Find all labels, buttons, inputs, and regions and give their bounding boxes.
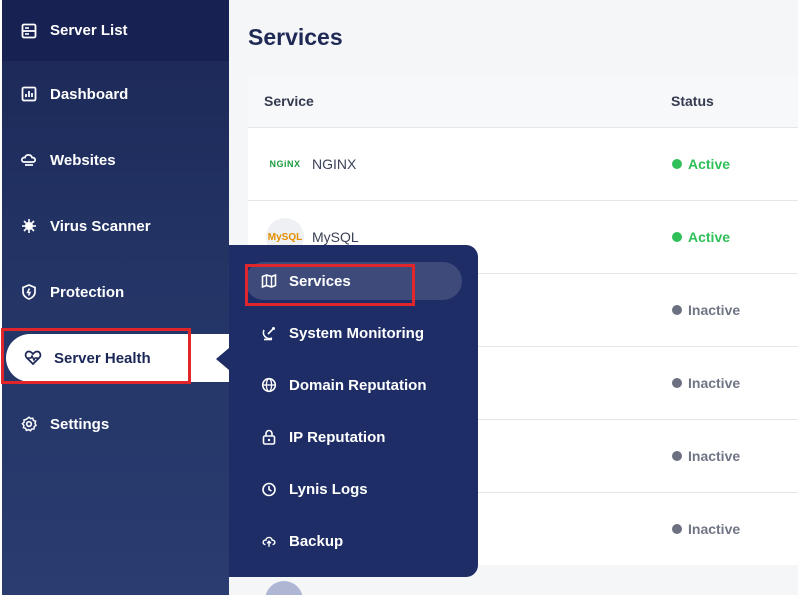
sidebar-item-settings[interactable]: Settings xyxy=(2,391,229,457)
status-badge: Inactive xyxy=(672,448,740,464)
sidebar-item-dashboard[interactable]: Dashboard xyxy=(2,61,229,127)
status-badge: Inactive xyxy=(672,302,740,318)
shield-icon xyxy=(20,283,38,301)
heart-pulse-icon xyxy=(24,349,42,367)
status-dot xyxy=(672,305,682,315)
map-icon xyxy=(261,273,277,289)
sidebar-item-server-health[interactable]: Server Health xyxy=(6,334,230,382)
chart-icon xyxy=(20,85,38,103)
submenu-item-label: IP Reputation xyxy=(289,428,386,446)
sidebar-item-virus-scanner[interactable]: Virus Scanner xyxy=(2,193,229,259)
sidebar-item-websites[interactable]: Websites xyxy=(2,127,229,193)
sidebar-item-label: Server List xyxy=(50,22,128,39)
virus-icon xyxy=(20,217,38,235)
sidebar-item-label: Dashboard xyxy=(50,85,129,103)
status-badge: Inactive xyxy=(672,521,740,537)
status-dot xyxy=(672,232,682,242)
service-name: MySQL xyxy=(312,229,359,245)
status-dot xyxy=(672,524,682,534)
submenu-item-domain-reputation[interactable]: Domain Reputation xyxy=(245,366,462,404)
cloud-icon xyxy=(20,151,38,169)
globe-icon xyxy=(261,377,277,393)
sidebar-item-server-list[interactable]: Server List xyxy=(2,0,229,61)
submenu-item-backup[interactable]: Backup xyxy=(245,522,462,560)
status-badge: Active xyxy=(672,229,730,245)
submenu-item-label: Backup xyxy=(289,532,344,550)
submenu-item-system-monitoring[interactable]: System Monitoring xyxy=(245,314,462,352)
status-dot xyxy=(672,378,682,388)
submenu-item-lynis-logs[interactable]: Lynis Logs xyxy=(245,470,462,508)
sidebar-item-label: Virus Scanner xyxy=(50,217,151,235)
submenu-item-label: Services xyxy=(289,272,351,290)
column-header-service: Service xyxy=(264,93,314,109)
table-row[interactable]: NGiNX NGINX Active xyxy=(248,127,798,200)
flyout-pointer xyxy=(216,348,229,370)
submenu-item-ip-reputation[interactable]: IP Reputation xyxy=(245,418,462,456)
page-title: Services xyxy=(248,24,343,50)
server-list-icon xyxy=(20,22,38,40)
sidebar-item-label: Server Health xyxy=(54,349,151,367)
lock-icon xyxy=(261,429,277,445)
column-header-status: Status xyxy=(671,93,714,109)
status-badge: Inactive xyxy=(672,375,740,391)
submenu-item-label: Lynis Logs xyxy=(289,480,368,498)
table-header: Service Status xyxy=(248,75,798,127)
submenu-item-label: Domain Reputation xyxy=(289,376,427,394)
sidebar-item-protection[interactable]: Protection xyxy=(2,259,229,325)
service-name: NGINX xyxy=(312,156,357,172)
submenu-item-services[interactable]: Services xyxy=(245,262,462,300)
cloud-upload-icon xyxy=(261,533,277,549)
sidebar-item-label: Settings xyxy=(50,415,110,433)
submenu-item-label: System Monitoring xyxy=(289,324,425,342)
sidebar: Server List Dashboard Websites Virus Sca… xyxy=(2,0,230,595)
sidebar-item-label: Protection xyxy=(50,283,125,301)
status-badge: Active xyxy=(672,156,730,172)
server-health-submenu: Services System Monitoring Domain Reputa… xyxy=(229,245,478,577)
sidebar-item-label: Websites xyxy=(50,151,116,169)
history-icon xyxy=(261,481,277,497)
status-dot xyxy=(672,159,682,169)
nginx-logo: NGiNX xyxy=(269,159,301,169)
gear-icon xyxy=(20,415,38,433)
satellite-icon xyxy=(261,325,277,341)
status-dot xyxy=(672,451,682,461)
